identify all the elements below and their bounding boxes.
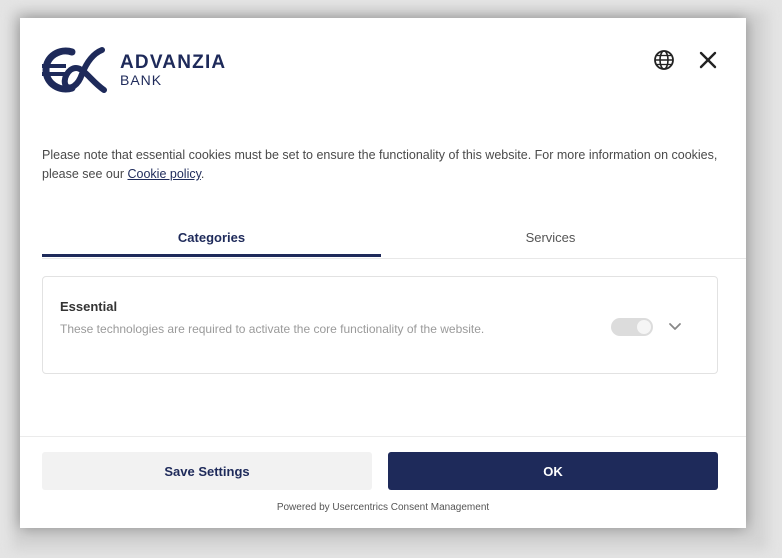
advanzia-logo-icon — [42, 47, 107, 93]
brand-sub: BANK — [120, 72, 163, 88]
intro-text: Please note that essential cookies must … — [42, 146, 722, 184]
consent-dialog: ADVANZIA BANK Please note that essential… — [20, 18, 746, 528]
globe-icon[interactable] — [653, 49, 675, 71]
intro-trailing: . — [200, 167, 205, 181]
category-title: Essential — [60, 299, 118, 314]
tab-bar: Categories Services — [42, 224, 746, 259]
close-icon[interactable] — [696, 48, 720, 72]
toggle-knob — [637, 320, 651, 334]
category-description: These technologies are required to activ… — [60, 322, 485, 336]
cookie-policy-link[interactable]: Cookie policy — [128, 167, 201, 181]
ok-button[interactable]: OK — [388, 452, 718, 490]
save-settings-button[interactable]: Save Settings — [42, 452, 372, 490]
chevron-down-icon[interactable] — [665, 317, 685, 337]
brand-logo: ADVANZIA BANK — [42, 46, 226, 94]
category-card-essential: Essential These technologies are require… — [42, 276, 718, 374]
brand-name: ADVANZIA — [120, 52, 227, 73]
tab-categories[interactable]: Categories — [42, 224, 381, 257]
tab-services[interactable]: Services — [381, 224, 720, 257]
essential-toggle[interactable] — [611, 318, 653, 336]
powered-by-text: Powered by Usercentrics Consent Manageme… — [276, 502, 490, 513]
footer-divider — [20, 436, 746, 437]
